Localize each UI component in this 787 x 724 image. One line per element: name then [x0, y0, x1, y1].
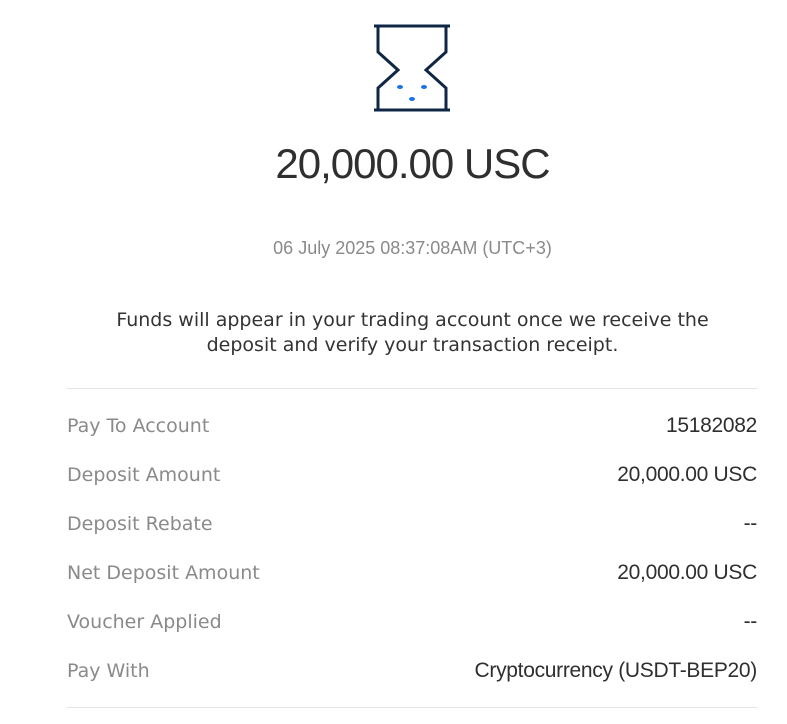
divider [67, 707, 757, 708]
hourglass-icon [372, 22, 452, 114]
status-message: Funds will appear in your trading accoun… [116, 309, 709, 356]
detail-row-net-deposit-amount: Net Deposit Amount 20,000.00 USC [67, 548, 757, 597]
detail-label: Deposit Rebate [67, 512, 213, 535]
detail-row-deposit-rebate: Deposit Rebate -- [67, 499, 757, 548]
deposit-timestamp: 06 July 2025 08:37:08AM (UTC+3) [273, 238, 552, 258]
detail-row-pay-with: Pay With Cryptocurrency (USDT-BEP20) [67, 646, 757, 695]
detail-value: 20,000.00 USC [617, 462, 757, 486]
detail-value: 15182082 [665, 413, 757, 437]
detail-row-deposit-amount: Deposit Amount 20,000.00 USC [67, 450, 757, 499]
divider [67, 388, 757, 389]
detail-label: Deposit Amount [67, 463, 221, 486]
detail-value: -- [743, 609, 758, 633]
detail-value: Cryptocurrency (USDT-BEP20) [474, 658, 758, 682]
detail-row-voucher-applied: Voucher Applied -- [67, 597, 757, 646]
deposit-details-list: Pay To Account 15182082 Deposit Amount 2… [67, 401, 757, 695]
detail-label: Voucher Applied [67, 610, 222, 633]
detail-label: Net Deposit Amount [67, 561, 260, 584]
deposit-amount-heading: 20,000.00 USC [275, 140, 550, 187]
detail-label: Pay With [67, 659, 150, 682]
detail-label: Pay To Account [67, 414, 210, 437]
detail-row-pay-to-account: Pay To Account 15182082 [67, 401, 757, 450]
detail-value: 20,000.00 USC [617, 560, 757, 584]
detail-value: -- [743, 511, 758, 535]
